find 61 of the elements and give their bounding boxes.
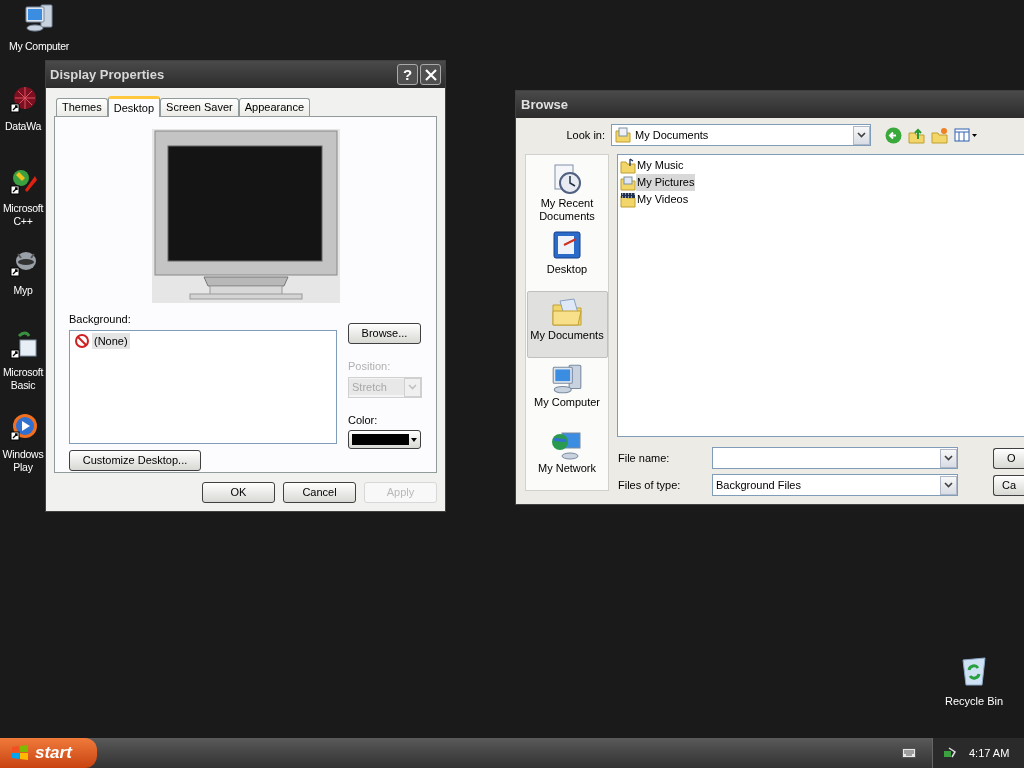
start-button[interactable]: start xyxy=(0,738,97,768)
computer-icon xyxy=(23,2,55,34)
list-item[interactable]: (None) xyxy=(92,332,130,349)
view-menu-icon[interactable] xyxy=(954,128,978,142)
files-of-type-value: Background Files xyxy=(715,477,802,493)
file-name-field[interactable] xyxy=(712,447,958,469)
files-of-type-label: Files of type: xyxy=(617,477,682,493)
tab[interactable]: Screen Saver xyxy=(160,98,239,116)
tab[interactable]: Themes xyxy=(56,98,108,116)
shortcut-icon xyxy=(9,412,37,442)
shortcut-icon xyxy=(9,84,37,114)
desktop-icon-label[interactable]: Myp xyxy=(13,284,33,297)
dialog-button[interactable]: O xyxy=(993,447,1024,469)
background-label: Background: xyxy=(69,312,132,327)
keyboard-icon[interactable] xyxy=(902,748,916,758)
position-value: Stretch xyxy=(349,378,404,396)
color-label: Color: xyxy=(348,412,379,428)
help-button[interactable]: ? xyxy=(397,64,418,85)
clock: 4:17 AM xyxy=(969,745,1010,761)
position-label: Position: xyxy=(348,359,392,374)
desktop-icon-label[interactable]: My Computer xyxy=(8,40,70,53)
tab[interactable]: Desktop xyxy=(107,96,161,117)
color-picker-button[interactable] xyxy=(348,430,421,449)
close-button[interactable] xyxy=(420,64,441,85)
look-in-dropdown[interactable]: My Documents xyxy=(611,124,871,146)
windows-flag-icon xyxy=(10,744,30,762)
dialog-button[interactable]: OK xyxy=(202,482,275,503)
up-folder-icon[interactable] xyxy=(908,126,925,144)
files-of-type-dropdown[interactable]: Background Files xyxy=(712,474,958,496)
desktop-icon-label[interactable]: Microsoft C++ xyxy=(0,202,46,228)
desktop-icon-label[interactable]: Recycle Bin xyxy=(944,693,1004,710)
no-entry-icon xyxy=(75,333,89,348)
places-item[interactable]: My Recent Documents xyxy=(526,159,608,226)
file-name-label: File name: xyxy=(617,450,671,466)
network-icon[interactable] xyxy=(943,746,957,760)
window-title: Browse xyxy=(521,95,568,114)
places-item[interactable]: Desktop xyxy=(526,225,608,292)
file-item[interactable]: My Videos xyxy=(636,191,690,208)
film-folder-icon xyxy=(620,191,636,208)
desktop-icon-label[interactable]: Windows Play xyxy=(0,448,46,474)
close-icon xyxy=(424,68,437,81)
picture-folder-icon xyxy=(620,174,636,191)
tab[interactable]: Appearance xyxy=(238,98,311,116)
dialog-button[interactable]: Cancel xyxy=(283,482,356,503)
customize-desktop-button[interactable]: Customize Desktop... xyxy=(69,449,201,471)
places-item[interactable]: My Documents xyxy=(526,291,608,358)
file-item[interactable]: My Pictures xyxy=(636,174,696,191)
browse-button[interactable]: Browse... xyxy=(348,323,421,344)
dialog-button[interactable]: Ca xyxy=(993,474,1024,496)
places-item[interactable]: My Network xyxy=(526,423,608,490)
window-title: Display Properties xyxy=(50,65,166,84)
look-in-label: Look in: xyxy=(565,127,606,143)
desktop-icon-label[interactable]: DataWa xyxy=(5,120,41,133)
file-item[interactable]: My Music xyxy=(636,157,685,174)
look-in-value: My Documents xyxy=(634,127,710,143)
places-item[interactable]: My Computer xyxy=(526,357,608,424)
desktop-icon-label[interactable]: Microsoft Basic xyxy=(0,366,46,392)
music-folder-icon xyxy=(620,157,636,174)
shortcut-icon xyxy=(9,330,37,360)
caret-icon xyxy=(411,437,417,442)
documents-folder-icon xyxy=(615,127,631,143)
